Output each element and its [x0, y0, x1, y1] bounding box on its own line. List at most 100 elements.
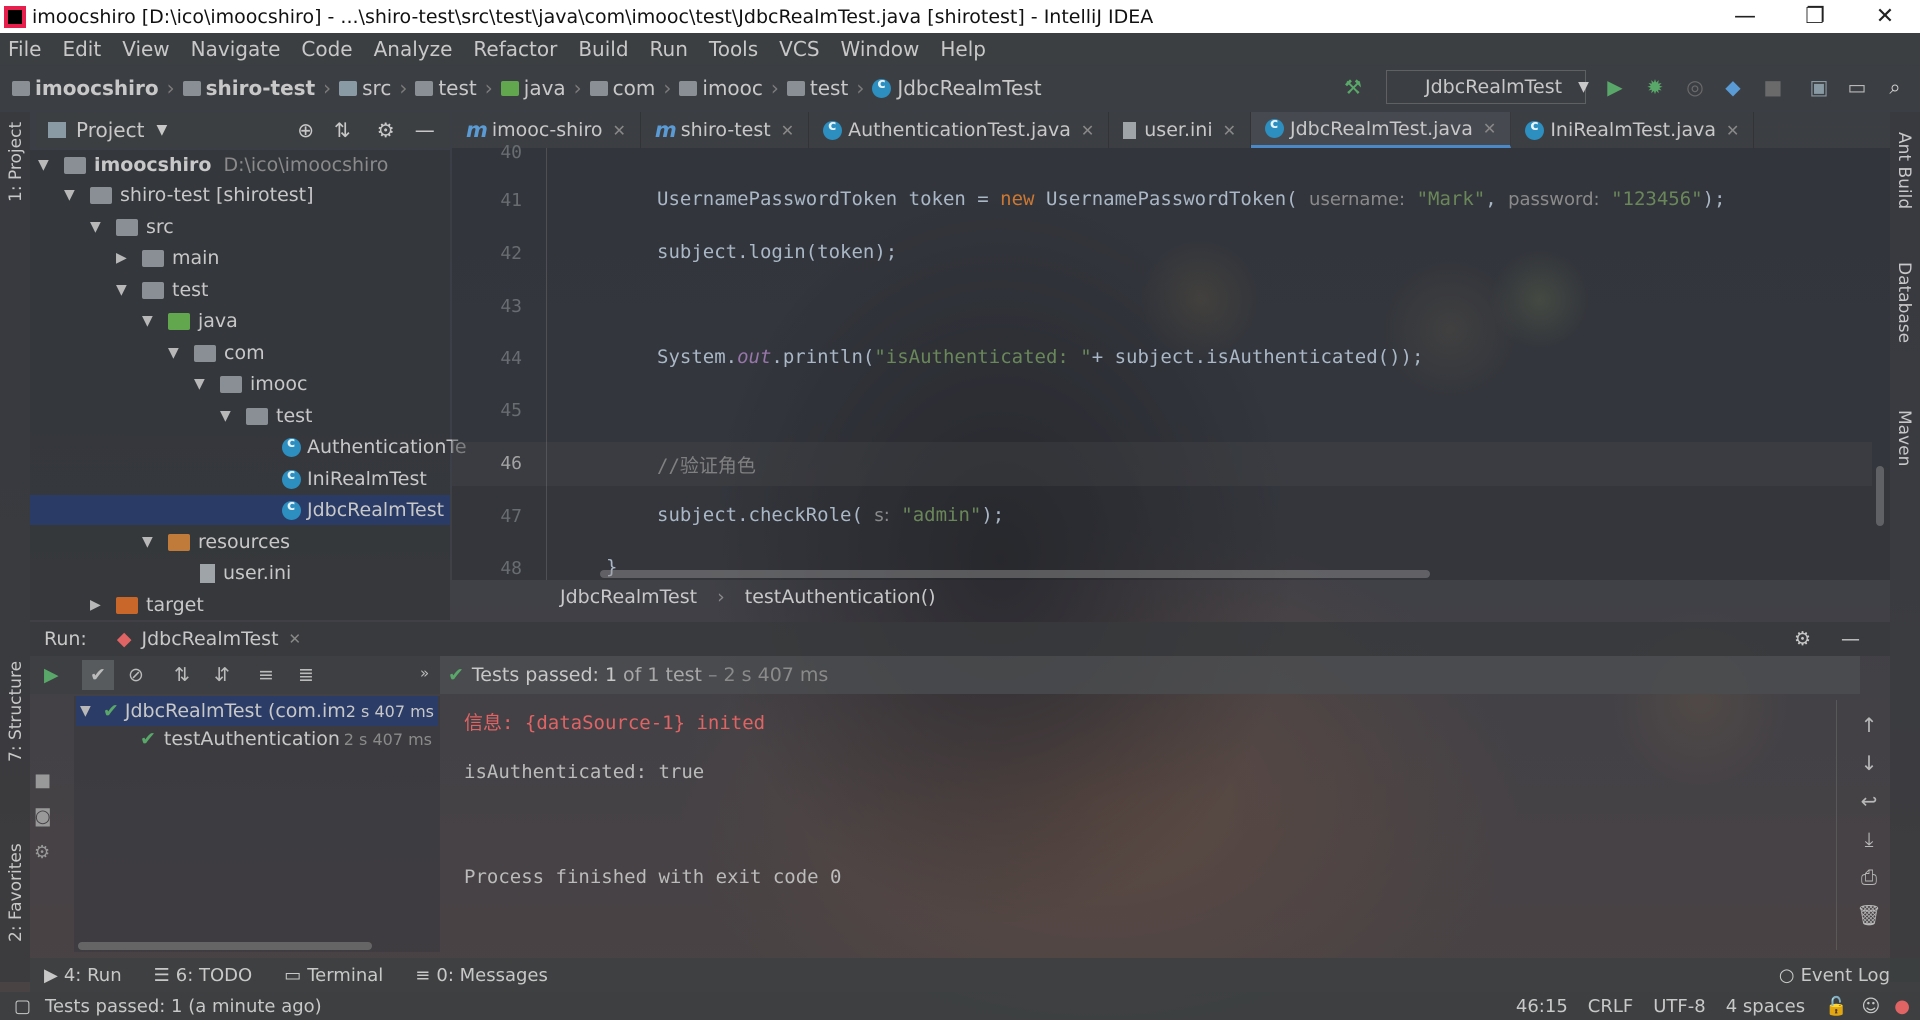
- menu-help[interactable]: Help: [940, 37, 986, 61]
- crumb-module[interactable]: shiro-test ›: [182, 76, 340, 100]
- crumb-project[interactable]: imoocshiro ›: [12, 76, 183, 100]
- tree-item-com[interactable]: ▼ com: [168, 338, 265, 368]
- stop-icon[interactable]: ■: [1762, 76, 1784, 98]
- collapse-all-icon[interactable]: ≣: [298, 664, 314, 686]
- menu-file[interactable]: File: [8, 37, 41, 61]
- trash-icon[interactable]: 🗑: [1854, 896, 1884, 934]
- gear-icon[interactable]: ⚙: [34, 842, 64, 878]
- lock-icon[interactable]: 🔓: [1825, 996, 1847, 1017]
- show-passed-icon[interactable]: ✔: [82, 660, 114, 690]
- tab-authenticationtest[interactable]: AuthenticationTest.java ✕: [809, 112, 1110, 148]
- debug-icon[interactable]: ✹: [1644, 76, 1666, 98]
- tree-item-main[interactable]: ▶ main: [116, 243, 219, 273]
- tree-item-shiro-test[interactable]: ▼ shiro-test [shirotest]: [64, 180, 314, 210]
- coverage-icon[interactable]: ◎: [1684, 76, 1706, 98]
- tree-item-java[interactable]: ▼ java: [142, 306, 238, 336]
- sort-duration-icon[interactable]: ⇵: [214, 664, 230, 686]
- horizontal-scrollbar[interactable]: [600, 570, 1430, 578]
- close-icon[interactable]: ✕: [781, 121, 794, 140]
- search-icon[interactable]: ⌕: [1884, 76, 1906, 98]
- test-row-method[interactable]: ✔ testAuthentication 2 s 407 ms: [140, 724, 436, 754]
- tool-maven[interactable]: Maven: [1894, 410, 1914, 466]
- tab-user-ini[interactable]: user.ini ✕: [1109, 112, 1252, 148]
- crumb-test-pkg[interactable]: test ›: [786, 76, 872, 100]
- arrow-down-icon[interactable]: ↓: [1854, 744, 1884, 782]
- layout-icon[interactable]: ▭: [1846, 76, 1868, 98]
- crumb-test[interactable]: test ›: [415, 76, 500, 100]
- stop-icon[interactable]: ■: [34, 770, 64, 806]
- tool-messages[interactable]: ≡ 0: Messages: [415, 965, 548, 986]
- show-ignored-icon[interactable]: ⊘: [128, 664, 144, 686]
- close-icon[interactable]: ✕: [289, 630, 302, 648]
- menu-window[interactable]: Window: [841, 37, 920, 61]
- tree-item-test[interactable]: ▼ test: [116, 275, 209, 305]
- run-configuration-select[interactable]: JdbcRealmTest ▼: [1386, 70, 1589, 104]
- menu-edit[interactable]: Edit: [62, 37, 101, 61]
- expand-all-icon[interactable]: ≡: [258, 664, 274, 686]
- sort-alpha-icon[interactable]: ⇅: [174, 664, 190, 686]
- gear-icon[interactable]: ⚙: [377, 118, 395, 142]
- tab-shiro-test[interactable]: m shiro-test ✕: [641, 112, 810, 148]
- gear-icon[interactable]: ⚙: [1794, 628, 1811, 650]
- toggle-tool-windows-icon[interactable]: ▢: [14, 996, 31, 1017]
- tree-item-user-ini[interactable]: user.ini: [200, 558, 291, 588]
- close-icon[interactable]: ✕: [1483, 119, 1496, 138]
- tab-imooc-shiro[interactable]: m imooc-shiro ✕: [452, 112, 641, 148]
- profile-icon[interactable]: ◆: [1722, 76, 1744, 98]
- tool-favorites[interactable]: 2: Favorites: [6, 843, 26, 942]
- tool-database[interactable]: Database: [1894, 262, 1914, 343]
- tree-item-target[interactable]: ▶ target: [90, 590, 204, 620]
- restore-button[interactable]: ❐: [1780, 4, 1850, 29]
- camera-icon[interactable]: ◙: [34, 806, 64, 842]
- close-button[interactable]: ✕: [1850, 4, 1920, 29]
- error-icon[interactable]: ●: [1894, 996, 1910, 1017]
- tree-item-imoocshiro[interactable]: ▼ imoocshiro D:\ico\imoocshiro: [38, 150, 388, 180]
- console-output[interactable]: 信息: {dataSource-1} inited isAuthenticate…: [442, 696, 1842, 952]
- project-structure-icon[interactable]: ▣: [1808, 76, 1830, 98]
- rerun-icon[interactable]: ▶: [44, 664, 59, 686]
- collapse-all-icon[interactable]: ⇅: [334, 118, 351, 142]
- menu-view[interactable]: View: [122, 37, 169, 61]
- crumb-com[interactable]: com ›: [589, 76, 680, 100]
- chevron-down-icon[interactable]: ▼: [156, 122, 167, 138]
- line-separator[interactable]: CRLF: [1588, 996, 1633, 1017]
- tool-run[interactable]: ▶ 4: Run: [44, 965, 122, 986]
- more-icon[interactable]: »: [420, 664, 429, 682]
- tool-project[interactable]: 1: Project: [6, 122, 26, 202]
- crumb-imooc[interactable]: imooc ›: [679, 76, 787, 100]
- menu-tools[interactable]: Tools: [709, 37, 758, 61]
- tab-jdbcrealmtest[interactable]: JdbcRealmTest.java ✕: [1251, 112, 1512, 148]
- project-panel-title[interactable]: Project: [76, 118, 144, 142]
- indent-setting[interactable]: 4 spaces: [1726, 996, 1805, 1017]
- run-icon[interactable]: ▶: [1604, 76, 1626, 98]
- hide-icon[interactable]: —: [1841, 628, 1860, 650]
- menu-build[interactable]: Build: [578, 37, 628, 61]
- locate-icon[interactable]: ⊕: [297, 118, 314, 142]
- tree-item-authenticationtest[interactable]: AuthenticationTe: [282, 432, 467, 462]
- build-hammer-icon[interactable]: ⚒: [1342, 76, 1364, 98]
- tool-structure[interactable]: 7: Structure: [6, 661, 26, 762]
- menu-analyze[interactable]: Analyze: [374, 37, 453, 61]
- tool-ant-build[interactable]: Ant Build: [1894, 132, 1914, 209]
- arrow-up-icon[interactable]: ↑: [1854, 706, 1884, 744]
- close-icon[interactable]: ✕: [1726, 121, 1739, 140]
- tree-item-imooc[interactable]: ▼ imooc: [194, 369, 307, 399]
- tree-item-test-pkg[interactable]: ▼ test: [220, 401, 313, 431]
- tool-todo[interactable]: ☰ 6: TODO: [154, 965, 253, 986]
- tree-item-src[interactable]: ▼ src: [90, 212, 174, 242]
- tree-item-inirealmtest[interactable]: IniRealmTest: [282, 464, 427, 494]
- test-row-class[interactable]: ▼ ✔ JdbcRealmTest (com.im 2 s 407 ms: [76, 696, 438, 726]
- tab-inirealmtest[interactable]: IniRealmTest.java ✕: [1511, 112, 1755, 148]
- close-icon[interactable]: ✕: [1081, 121, 1094, 140]
- menu-refactor[interactable]: Refactor: [473, 37, 557, 61]
- menu-vcs[interactable]: VCS: [779, 37, 819, 61]
- print-icon[interactable]: ⎙: [1854, 858, 1884, 896]
- editor-crumb-class[interactable]: JdbcRealmTest: [560, 586, 697, 608]
- caret-position[interactable]: 46:15: [1516, 996, 1568, 1017]
- horizontal-scrollbar[interactable]: [78, 942, 372, 950]
- crumb-java[interactable]: java ›: [500, 76, 590, 100]
- file-encoding[interactable]: UTF-8: [1653, 996, 1705, 1017]
- vertical-scrollbar[interactable]: [1876, 466, 1884, 526]
- tree-item-resources[interactable]: ▼ resources: [142, 527, 290, 557]
- close-icon[interactable]: ✕: [612, 121, 625, 140]
